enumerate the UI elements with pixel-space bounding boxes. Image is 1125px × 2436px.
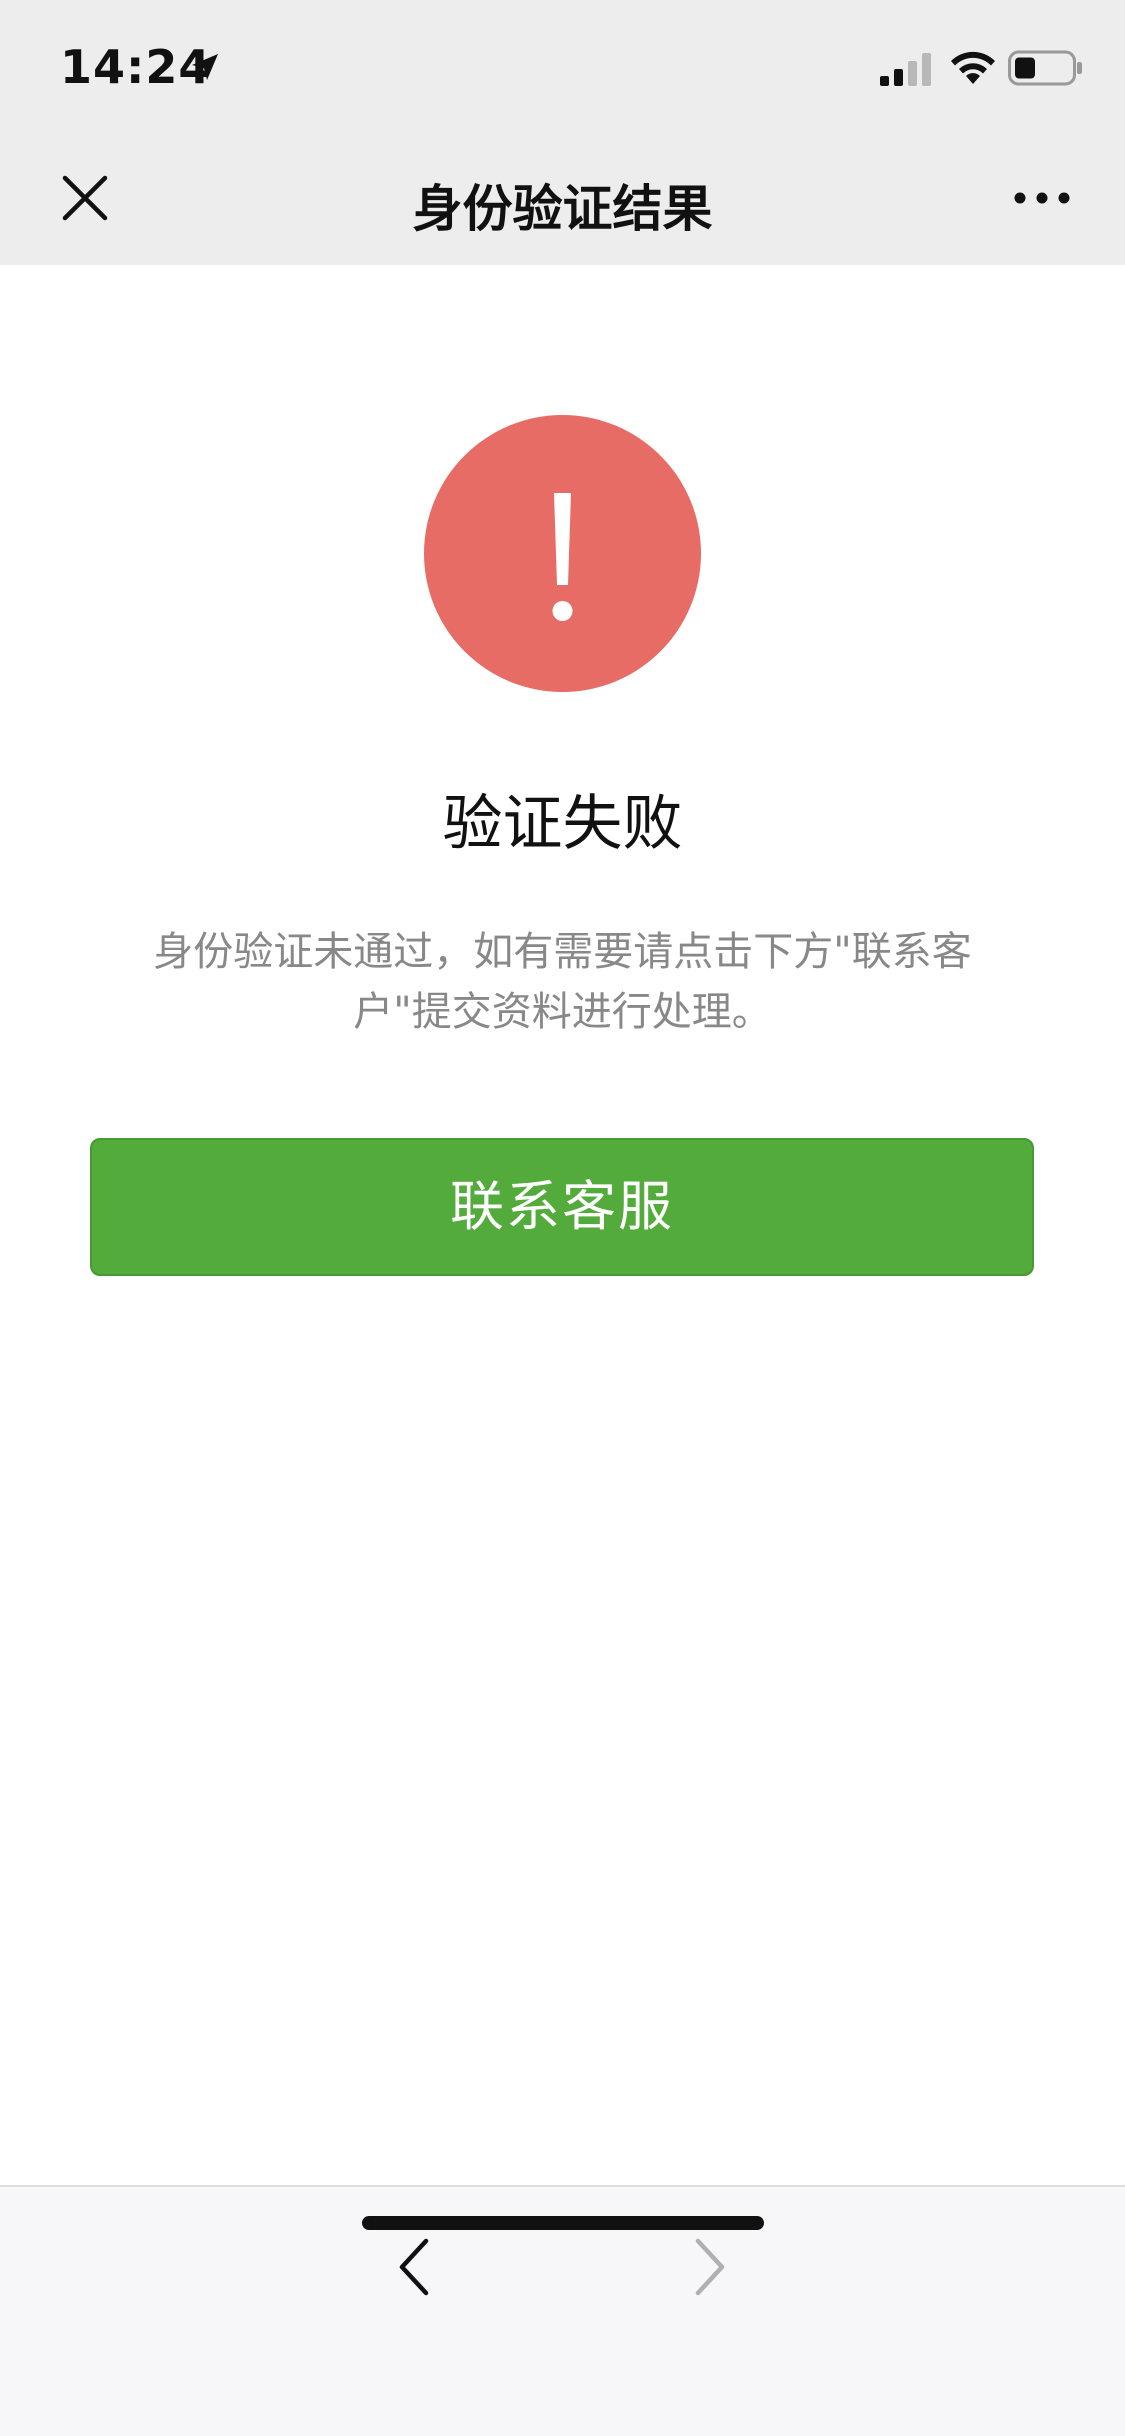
more-icon[interactable] bbox=[1012, 187, 1072, 209]
signal-icon bbox=[880, 53, 931, 86]
contact-support-button[interactable]: 联系客服 bbox=[90, 1138, 1034, 1276]
result-description: 身份验证未通过，如有需要请点击下方"联系客户"提交资料进行处理。 bbox=[153, 929, 972, 1035]
result-title: 验证失败 bbox=[442, 789, 683, 859]
nav-bar: 身份验证结果 bbox=[0, 135, 1125, 265]
page-title: 身份验证结果 bbox=[412, 180, 713, 238]
status-bar: 14:24 bbox=[0, 0, 1125, 135]
exclamation-icon bbox=[552, 493, 573, 621]
chevron-right-icon[interactable] bbox=[690, 2235, 730, 2299]
location-arrow-icon bbox=[192, 54, 218, 80]
status-time: 14:24 bbox=[60, 40, 212, 94]
battery-icon bbox=[1008, 50, 1082, 86]
wifi-icon bbox=[951, 51, 995, 84]
chevron-left-icon[interactable] bbox=[394, 2235, 434, 2299]
home-indicator[interactable] bbox=[362, 2216, 764, 2230]
alert-circle bbox=[424, 415, 701, 692]
